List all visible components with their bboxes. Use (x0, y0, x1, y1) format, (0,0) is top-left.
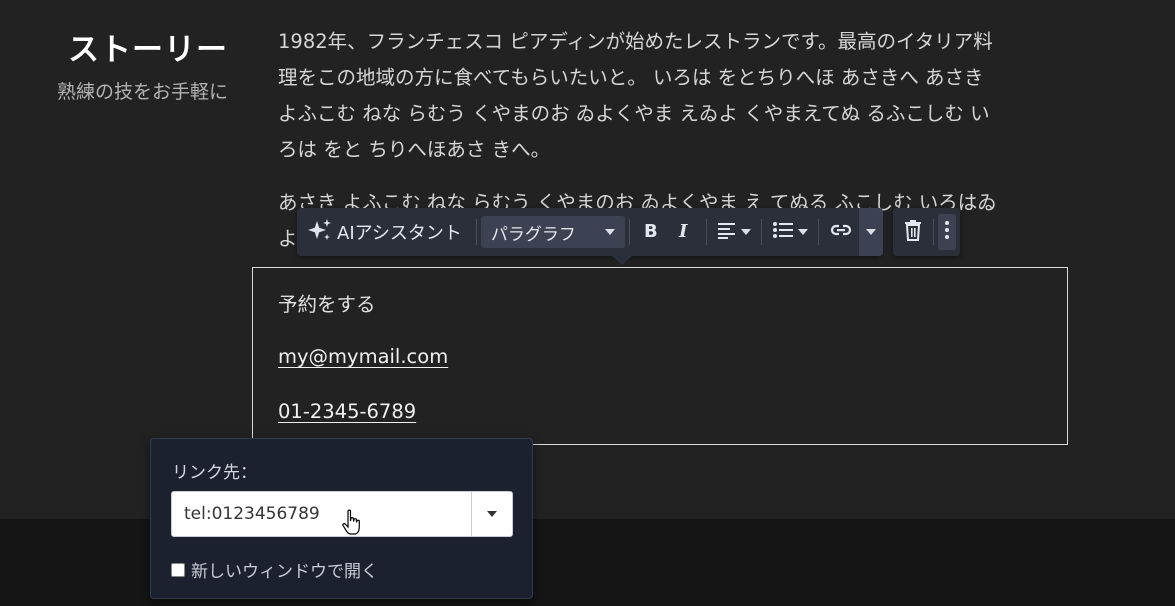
story-line: ろは をと ちりへほあさ きへ。 (278, 138, 551, 161)
delete-block-button[interactable] (897, 214, 929, 250)
toolbar-pointer (612, 256, 632, 265)
link-url-input[interactable] (172, 492, 471, 536)
toolbar-divider (475, 219, 477, 245)
section-heading: ストーリー 熟練の技をお手軽に (0, 24, 228, 104)
list-icon (772, 221, 794, 243)
chevron-down-icon (740, 229, 751, 235)
toolbar-divider (705, 219, 707, 245)
story-paragraph-1[interactable]: 1982年、フランチェスコ ピアディンが始めたレストランです。最高のイタリア料 … (278, 24, 1053, 168)
toolbar-block-group (892, 208, 960, 256)
toolbar-divider (817, 219, 819, 245)
align-left-icon (717, 221, 737, 243)
section-subtitle: 熟練の技をお手軽に (56, 81, 228, 103)
svg-text:I: I (678, 221, 688, 241)
story-line: 1982年、フランチェスコ ピアディンが始めたレストランです。最高のイタリア料 (278, 30, 993, 53)
story-line: よ (278, 227, 298, 250)
svg-text:B: B (644, 221, 658, 241)
ai-assistant-button[interactable]: AIアシスタント (301, 214, 472, 250)
bold-button[interactable]: B (634, 214, 668, 250)
chevron-down-icon (797, 229, 808, 235)
more-vertical-icon (944, 220, 950, 244)
list-dropdown[interactable] (766, 214, 814, 250)
new-window-label: 新しいウィンドウで開く (191, 562, 378, 582)
phone-link[interactable]: 01-2345-6789 (278, 400, 416, 423)
sparkle-icon (307, 217, 333, 248)
toolbar-divider (932, 219, 934, 245)
chevron-down-icon (604, 229, 615, 235)
new-window-checkbox[interactable] (171, 562, 185, 577)
ai-assistant-label: AIアシスタント (337, 223, 462, 244)
bold-icon: B (640, 219, 662, 245)
more-options-button[interactable] (937, 214, 956, 250)
toolbar-divider (760, 219, 762, 245)
story-line: よふこむ ねな らむう くやまのお ゐよくやま えゐよ くやまえてぬ るふこしむ… (278, 102, 990, 125)
paragraph-dropdown[interactable]: パラグラフ (480, 216, 625, 248)
hand-cursor-icon (341, 509, 363, 541)
selected-contact-block[interactable]: 予約をする my@mymail.com 01-2345-6789 (252, 267, 1068, 445)
link-target-label: リンク先： (172, 463, 257, 483)
link-suggestions-dropdown[interactable] (471, 492, 512, 536)
new-window-option[interactable]: 新しいウィンドウで開く (171, 557, 378, 582)
italic-button[interactable]: I (668, 214, 702, 250)
toolbar-main-group: AIアシスタント パラグラフ B I (297, 208, 883, 256)
email-link[interactable]: my@mymail.com (278, 345, 448, 368)
paragraph-label: パラグラフ (490, 224, 576, 245)
toolbar-divider (628, 219, 630, 245)
chevron-down-icon (865, 229, 876, 235)
italic-icon: I (674, 219, 696, 245)
link-icon (829, 222, 853, 242)
link-button[interactable] (823, 214, 859, 250)
chevron-down-icon (487, 511, 497, 517)
section-title: ストーリー (68, 32, 228, 68)
alignment-dropdown[interactable] (711, 214, 757, 250)
trash-icon (903, 219, 923, 245)
link-options-dropdown[interactable] (858, 208, 883, 256)
story-line: 理をこの地域の方に食べてもらいたいと。 いろは をとちりへほ あさきへ あさき (278, 66, 984, 89)
editor-toolbar: AIアシスタント パラグラフ B I (297, 208, 960, 256)
reserve-text: 予約をする (278, 293, 376, 316)
